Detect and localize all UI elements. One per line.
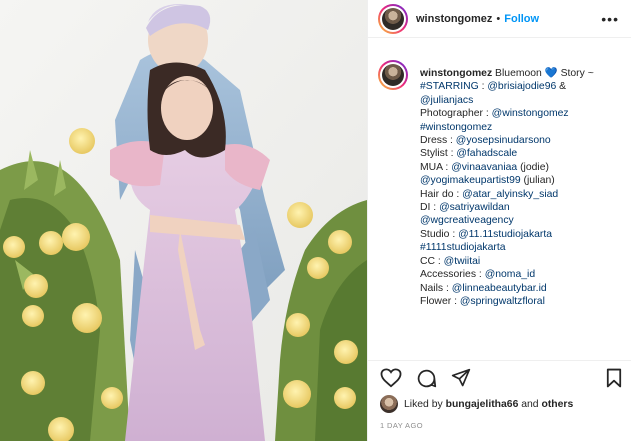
comment-icon[interactable]: [416, 368, 437, 389]
likes-others-link[interactable]: others: [541, 399, 573, 410]
caption-plain-text: Hair do :: [420, 188, 463, 200]
caption-author-avatar[interactable]: [378, 60, 408, 90]
mention-link[interactable]: @twiitai: [444, 256, 481, 267]
likes-and: and: [521, 398, 539, 410]
caption-line: Accessories : @noma_id: [420, 268, 594, 281]
caption-first-line: winstongomez Bluemoon 💙 Story ~: [420, 67, 594, 80]
mention-link[interactable]: @11.11studiojakarta: [458, 229, 552, 240]
mention-link[interactable]: @fahadscale: [456, 148, 517, 159]
caption-avatar-photo: [382, 64, 404, 86]
action-icons-row: [368, 361, 631, 391]
likes-summary: Liked by bungajelitha66 and others: [368, 391, 631, 413]
likes-prefix: Liked by: [404, 398, 443, 410]
caption-plain-text: &: [556, 81, 567, 93]
caption-title: Bluemoon: [495, 68, 542, 79]
mention-link[interactable]: @atar_alyinsky_siad: [462, 189, 558, 200]
hashtag-link[interactable]: #1111studiojakarta: [420, 242, 506, 253]
caption-plain-text: Flower :: [420, 295, 460, 307]
caption-line: DI : @satriyawildan: [420, 201, 594, 214]
heart-outline-icon[interactable]: [380, 368, 402, 388]
caption-line: Dress : @yosepsinudarsono: [420, 134, 594, 147]
mention-link[interactable]: @yogimakeupartist99: [420, 175, 521, 186]
mention-link[interactable]: @springwaltzfloral: [460, 296, 545, 307]
caption-line: @yogimakeupartist99 (julian): [420, 174, 594, 187]
author-avatar[interactable]: [378, 3, 408, 34]
caption-line: @wgcreativeagency: [420, 214, 594, 227]
mention-link[interactable]: @yosepsinudarsono: [456, 135, 551, 146]
mention-link[interactable]: @julianjacs: [420, 95, 473, 106]
bookmark-icon[interactable]: [606, 368, 622, 388]
hashtag-link[interactable]: #STARRING: [420, 81, 479, 92]
mention-link[interactable]: @winstongomez: [492, 108, 569, 119]
liker-username[interactable]: bungajelitha66: [446, 399, 519, 410]
caption-username[interactable]: winstongomez: [420, 68, 492, 79]
caption-text: winstongomez Bluemoon 💙 Story ~ #STARRIN…: [420, 60, 594, 308]
post-photo[interactable]: [0, 0, 367, 441]
caption-line: #1111studiojakarta: [420, 241, 594, 254]
hashtag-link[interactable]: #winstongomez: [420, 122, 492, 133]
caption-plain-text: CC :: [420, 255, 444, 267]
caption-line: Nails : @linneabeautybar.id: [420, 282, 594, 295]
caption-line: @julianjacs: [420, 94, 594, 107]
caption-credit-lines: #STARRING : @brisiajodie96 & @julianjacs P…: [420, 80, 594, 308]
couple-portrait-image: [0, 0, 367, 441]
post-timestamp[interactable]: 1 DAY AGO: [368, 413, 631, 430]
mention-link[interactable]: @noma_id: [485, 269, 535, 280]
mention-link[interactable]: @brisiajodie96: [487, 81, 556, 92]
caption-plain-text: DI :: [420, 202, 440, 214]
follow-button[interactable]: Follow: [504, 13, 539, 25]
caption-plain-text: Accessories :: [420, 269, 485, 281]
caption-line: CC : @twiitai: [420, 255, 594, 268]
caption-plain-text: Dress :: [420, 135, 456, 147]
caption-line: Flower : @springwaltzfloral: [420, 295, 594, 308]
separator-dot: •: [496, 12, 501, 25]
caption-line: Hair do : @atar_alyinsky_siad: [420, 188, 594, 201]
caption-plain-text: MUA :: [420, 161, 452, 173]
more-options-icon[interactable]: •••: [601, 12, 619, 26]
liker-avatar[interactable]: [380, 395, 398, 413]
mention-link[interactable]: @vinaavaniaa: [451, 162, 517, 173]
mention-link[interactable]: @wgcreativeagency: [420, 215, 514, 226]
post-actions: Liked by bungajelitha66 and others 1 DAY…: [368, 360, 631, 441]
caption-line: Photographer : @winstongomez: [420, 107, 594, 120]
avatar-photo: [382, 7, 404, 30]
caption-plain-text: Photographer :: [420, 108, 492, 120]
caption-plain-text: Studio :: [420, 228, 459, 240]
mention-link[interactable]: @satriyawildan: [439, 202, 510, 213]
caption-plain-text: Nails :: [420, 282, 452, 294]
caption-plain-text: Stylist :: [420, 148, 457, 160]
caption-line: #winstongomez: [420, 121, 594, 134]
caption-title-suffix: Story ~: [560, 68, 594, 79]
mention-link[interactable]: @linneabeautybar.id: [452, 283, 547, 294]
caption-line: MUA : @vinaavaniaa (jodie): [420, 161, 594, 174]
author-username[interactable]: winstongomez: [416, 13, 492, 25]
caption-line: Studio : @11.11studiojakarta: [420, 228, 594, 241]
caption-section: winstongomez Bluemoon 💙 Story ~ #STARRIN…: [368, 60, 631, 308]
caption-plain-text: (jodie): [517, 161, 549, 173]
caption-line: Stylist : @fahadscale: [420, 147, 594, 160]
post-details-panel: winstongomez • Follow ••• winstongomez B…: [367, 0, 631, 441]
blue-heart-emoji: 💙: [544, 68, 558, 79]
caption-plain-text: (julian): [520, 175, 555, 187]
caption-line: #STARRING : @brisiajodie96 &: [420, 80, 594, 93]
paper-plane-icon[interactable]: [451, 368, 471, 388]
post-header: winstongomez • Follow •••: [368, 0, 631, 38]
